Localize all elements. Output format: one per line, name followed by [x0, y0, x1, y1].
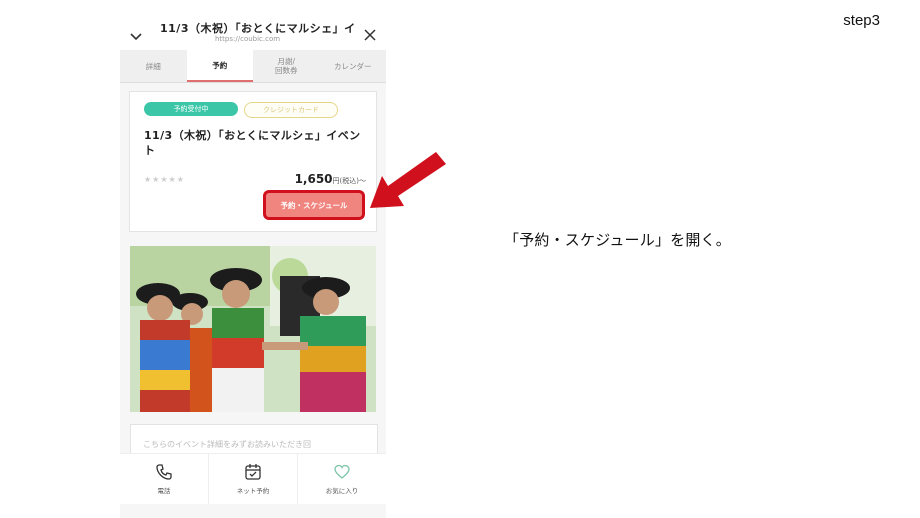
bottom-nav-phone[interactable]: 電話 — [120, 454, 208, 504]
top-bar: 11/3（木祝）「おとくにマルシェ」イ… https://coubic.com — [120, 18, 386, 50]
payment-badge: クレジットカード — [244, 102, 338, 118]
heart-icon — [334, 464, 350, 479]
event-card: 予約受付中 クレジットカード 11/3（木祝）「おとくにマルシェ」イベント ★★… — [129, 91, 377, 232]
event-description-preview: こちらのイベント詳細をみずお読みいただき回 — [143, 440, 311, 449]
bottom-nav-favorite-label: お気に入り — [325, 487, 359, 495]
bottom-nav-favorite[interactable]: お気に入り — [297, 454, 386, 504]
tab-tickets[interactable]: 月謝/ 回数券 — [253, 50, 320, 82]
page-title: 11/3（木祝）「おとくにマルシェ」イ… — [160, 22, 356, 35]
calendar-icon — [245, 464, 261, 480]
tab-reservation[interactable]: 予約 — [186, 50, 253, 82]
phone-icon — [156, 464, 172, 480]
phone-screen: 11/3（木祝）「おとくにマルシェ」イ… https://coubic.com … — [120, 18, 386, 518]
price-value: 1,650 — [294, 172, 333, 186]
page-header: 11/3（木祝）「おとくにマルシェ」イ… https://coubic.com — [160, 20, 356, 43]
bottom-nav: 電話 ネット予約 お気に入り — [120, 453, 386, 504]
bottom-nav-reservation[interactable]: ネット予約 — [208, 454, 297, 504]
price-suffix: 円(税込)〜 — [332, 177, 366, 185]
tab-calendar[interactable]: カレンダー — [320, 50, 387, 82]
rating-stars: ★★★★★ — [144, 175, 185, 184]
status-badge: 予約受付中 — [144, 102, 238, 116]
chevron-down-icon[interactable] — [129, 27, 143, 46]
tab-details[interactable]: 詳細 — [120, 50, 187, 82]
pointer-arrow-icon — [370, 152, 446, 208]
reserve-schedule-button[interactable]: 予約・スケジュール — [266, 193, 362, 217]
instruction-text: 「予約・スケジュール」を開く。 — [504, 231, 731, 249]
bottom-nav-reservation-label: ネット予約 — [236, 487, 270, 495]
tab-bar: 詳細 予約 月謝/ 回数券 カレンダー — [120, 50, 386, 83]
event-price: 1,650円(税込)〜 — [295, 172, 366, 186]
step-label: step3 — [843, 12, 880, 29]
bottom-nav-phone-label: 電話 — [157, 487, 171, 495]
event-photo — [130, 246, 376, 412]
close-icon[interactable] — [364, 26, 376, 45]
event-title: 11/3（木祝）「おとくにマルシェ」イベント — [144, 129, 361, 157]
page-url: https://coubic.com — [215, 35, 281, 43]
